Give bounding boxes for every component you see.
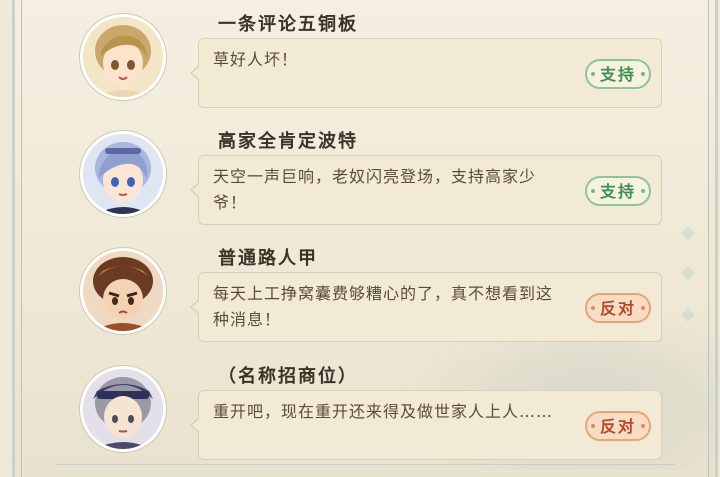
commenter-name: 普通路人甲 (218, 248, 318, 269)
tag-label: 支持 (599, 65, 636, 84)
commenter-name: 高家全肯定波特 (218, 131, 358, 152)
comment-text: 每天上工挣窝囊费够糟心的了，真不想看到这种消息！ (213, 284, 554, 329)
dot-icon (641, 189, 645, 193)
oppose-button[interactable]: 反对 (585, 411, 651, 441)
comment-bubble: 天空一声巨响，老奴闪亮登场，支持高家少爷！ 支持 (190, 155, 662, 225)
comment-item: 一条评论五铜板 草好人坏！ 支持 (0, 0, 720, 116)
comment-bubble: 每天上工挣窝囊费够糟心的了，真不想看到这种消息！ 反对 (190, 272, 662, 342)
comment-bubble: 重开吧，现在重开还来得及做世家人上人…… 反对 (190, 390, 662, 460)
oppose-button[interactable]: 反对 (585, 293, 651, 323)
dot-icon (591, 306, 595, 310)
commenter-name: （名称招商位） (218, 366, 358, 387)
comment-text: 天空一声巨响，老奴闪亮登场，支持高家少爷！ (213, 167, 537, 212)
dot-icon (591, 424, 595, 428)
dot-icon (641, 306, 645, 310)
dot-icon (591, 189, 595, 193)
grey-hair-hat-avatar-icon (83, 369, 163, 449)
avatar[interactable] (80, 366, 166, 452)
tag-label: 反对 (599, 299, 636, 318)
support-button[interactable]: 支持 (585, 59, 651, 89)
avatar[interactable] (80, 248, 166, 334)
armored-warrior-avatar-icon (83, 251, 163, 331)
avatar[interactable] (80, 14, 166, 100)
dot-icon (641, 424, 645, 428)
support-button[interactable]: 支持 (585, 176, 651, 206)
tag-label: 支持 (599, 182, 636, 201)
dot-icon (591, 72, 595, 76)
comment-text: 草好人坏！ (213, 50, 299, 69)
commenter-name: 一条评论五铜板 (218, 14, 358, 35)
tag-label: 反对 (599, 417, 636, 436)
avatar[interactable] (80, 131, 166, 217)
dot-icon (641, 72, 645, 76)
silver-hair-boy-avatar-icon (83, 134, 163, 214)
comment-text: 重开吧，现在重开还来得及做世家人上人…… (213, 402, 554, 421)
blonde-boy-avatar-icon (83, 17, 163, 97)
comment-item: （名称招商位） 重开吧，现在重开还来得及做世家人上人…… 反对 (0, 352, 720, 468)
comment-item: 普通路人甲 每天上工挣窝囊费够糟心的了，真不想看到这种消息！ 反对 (0, 234, 720, 350)
comment-bubble: 草好人坏！ 支持 (190, 38, 662, 108)
comment-item: 高家全肯定波特 天空一声巨响，老奴闪亮登场，支持高家少爷！ 支持 (0, 117, 720, 233)
